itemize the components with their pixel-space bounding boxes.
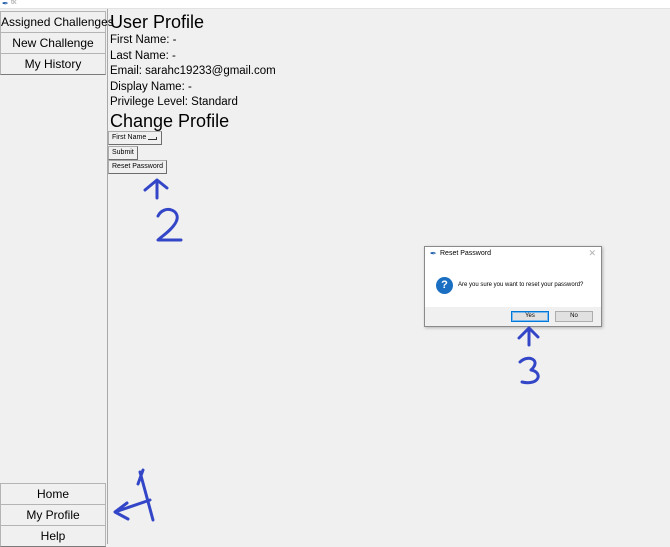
handwritten-annotations [113,178,540,522]
annotation-1-arrow-icon [113,498,152,521]
annotation-2-digit-icon [156,207,183,242]
annotation-3-digit-icon [518,356,540,385]
annotation-1-digit-icon [136,468,155,522]
annotation-3-arrow-icon [517,326,540,347]
annotation-2-arrow-icon [143,178,169,200]
